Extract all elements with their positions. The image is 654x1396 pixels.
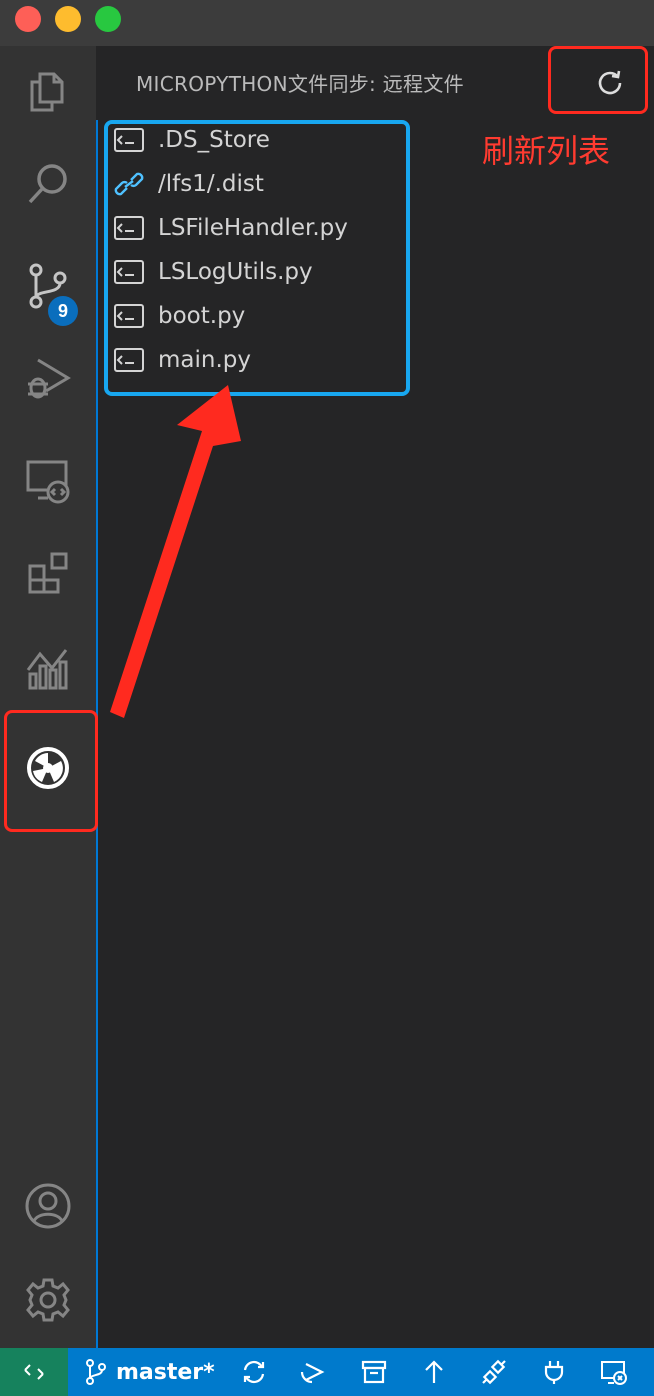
remote-indicator[interactable] <box>0 1348 68 1396</box>
archive-icon[interactable] <box>360 1358 388 1386</box>
remote-explorer-icon[interactable] <box>600 1358 628 1386</box>
remote-icon <box>24 1364 44 1380</box>
branch-name: master* <box>116 1359 215 1385</box>
status-bar: master* <box>0 1348 654 1396</box>
branch-indicator[interactable]: master* <box>84 1348 215 1396</box>
plug-icon[interactable] <box>540 1358 568 1386</box>
arrow-up-icon[interactable] <box>420 1358 448 1386</box>
branch-icon <box>86 1359 106 1385</box>
connect-icon[interactable] <box>480 1358 508 1386</box>
sync-icon[interactable] <box>240 1358 268 1386</box>
annotation-arrow <box>110 385 241 718</box>
publish-icon[interactable] <box>298 1358 326 1386</box>
